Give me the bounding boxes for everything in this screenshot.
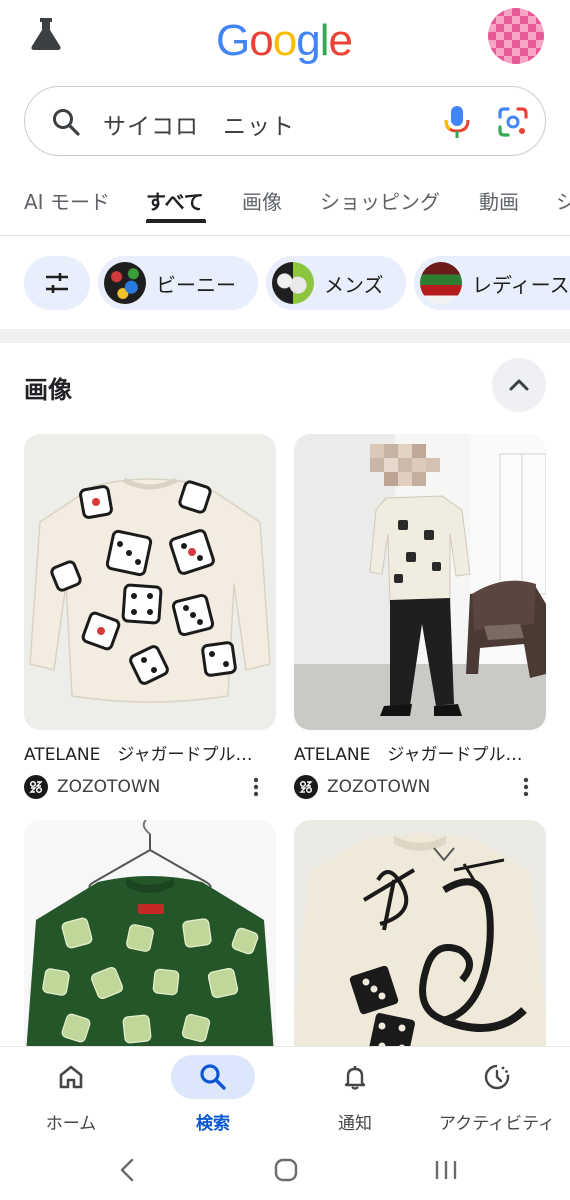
chip-thumbnail <box>272 262 314 304</box>
image-result-card[interactable]: ATELANE ジャガードプル… ZOZOTOWN <box>294 434 546 801</box>
zozotown-logo-icon <box>24 775 48 799</box>
activity-icon <box>484 1064 510 1090</box>
result-source: ZOZOTOWN <box>294 773 546 801</box>
search-tabs: AI モード すべて 画像 ショッピング 動画 シ <box>0 176 570 236</box>
home-icon <box>59 1065 83 1089</box>
search-input[interactable]: サイコロ ニット <box>103 107 295 141</box>
chip-thumbnail <box>420 262 462 304</box>
section-title: 画像 <box>24 376 72 404</box>
google-logo: Google <box>216 16 353 66</box>
chip-thumbnail <box>104 262 146 304</box>
recent-apps-icon[interactable] <box>432 1156 460 1184</box>
source-name: ZOZOTOWN <box>57 777 161 797</box>
tune-icon <box>46 273 68 293</box>
nav-activity[interactable]: アクティビティ <box>426 1047 568 1145</box>
nav-label: 通知 <box>338 1114 372 1134</box>
collapse-button[interactable] <box>492 358 546 412</box>
chip-label: ビーニー <box>156 272 236 297</box>
bottom-navigation: ホーム 検索 通知 アクティビティ <box>0 1046 570 1144</box>
search-box[interactable]: サイコロ ニット <box>24 86 546 156</box>
back-icon[interactable] <box>116 1156 140 1184</box>
home-button-icon[interactable] <box>272 1156 300 1184</box>
chip-label: メンズ <box>324 272 384 297</box>
result-image[interactable] <box>294 434 546 730</box>
logo-letter: o <box>272 16 298 65</box>
logo-letter: l <box>319 16 330 65</box>
zozotown-logo-icon <box>294 775 318 799</box>
system-navigation-bar <box>0 1144 570 1200</box>
chip-label: レディース <box>472 272 570 297</box>
filter-chips: ビーニー メンズ レディース <box>0 256 570 312</box>
result-title[interactable]: ATELANE ジャガードプル… <box>24 740 266 765</box>
search-icon <box>53 109 80 136</box>
top-bar: Google <box>0 0 570 80</box>
logo-letter: e <box>328 16 353 65</box>
bell-icon <box>344 1066 366 1090</box>
lens-icon[interactable] <box>497 106 529 138</box>
nav-label: 検索 <box>196 1114 230 1134</box>
active-tab-indicator <box>146 219 206 223</box>
tab-shopping[interactable]: ショッピング <box>320 186 440 215</box>
result-image[interactable] <box>24 434 276 730</box>
search-icon <box>200 1064 226 1090</box>
tab-videos[interactable]: 動画 <box>479 186 519 215</box>
logo-letter: G <box>216 16 250 65</box>
result-source: ZOZOTOWN <box>24 773 276 801</box>
nav-notifications[interactable]: 通知 <box>284 1047 426 1145</box>
tab-all[interactable]: すべて <box>146 186 204 215</box>
chip-beanie[interactable]: ビーニー <box>98 256 258 310</box>
nav-search[interactable]: 検索 <box>142 1047 284 1145</box>
mic-icon[interactable] <box>441 104 473 140</box>
chip-mens[interactable]: メンズ <box>266 256 406 310</box>
image-result-card[interactable]: ATELANE ジャガードプル… ZOZOTOWN <box>24 434 276 801</box>
section-divider <box>0 329 570 343</box>
chip-ladies[interactable]: レディース <box>414 256 570 310</box>
more-options-icon[interactable] <box>244 775 268 799</box>
source-name: ZOZOTOWN <box>327 777 431 797</box>
filter-settings-chip[interactable] <box>24 256 90 310</box>
more-options-icon[interactable] <box>514 775 538 799</box>
tab-images[interactable]: 画像 <box>242 186 282 215</box>
avatar[interactable] <box>488 8 544 64</box>
logo-letter: g <box>296 16 321 65</box>
result-title[interactable]: ATELANE ジャガードプル… <box>294 740 536 765</box>
nav-label: アクティビティ <box>438 1114 556 1134</box>
tab-more[interactable]: シ <box>556 186 570 215</box>
flask-icon[interactable] <box>26 14 66 54</box>
nav-home[interactable]: ホーム <box>0 1047 142 1145</box>
logo-letter: o <box>249 16 274 65</box>
tab-ai-mode[interactable]: AI モード <box>24 186 110 215</box>
nav-label: ホーム <box>45 1114 97 1134</box>
chevron-up-icon <box>509 379 529 391</box>
